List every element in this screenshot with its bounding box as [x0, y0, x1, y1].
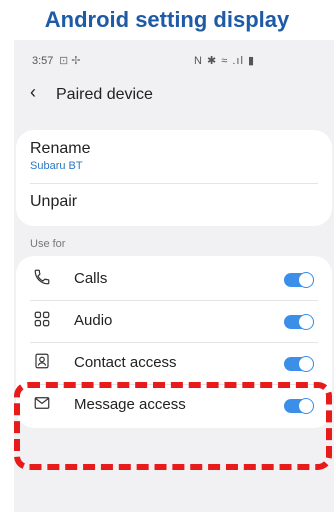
setting-row-contact-access[interactable]: Contact access — [16, 342, 332, 384]
device-name: Subaru BT — [30, 160, 83, 172]
setting-label-contact-access: Contact access — [74, 354, 177, 371]
message-icon — [32, 394, 52, 414]
divider — [30, 183, 318, 184]
contact-access-toggle[interactable] — [284, 356, 314, 372]
use-for-label: Use for — [30, 238, 66, 250]
setting-label-calls: Calls — [74, 270, 108, 287]
audio-icon — [32, 310, 52, 330]
audio-toggle[interactable] — [284, 314, 314, 330]
message-access-toggle[interactable] — [284, 398, 314, 414]
status-time: 3:57 — [32, 55, 54, 67]
header: ‹ Paired device — [14, 80, 334, 112]
status-left-icons: ⊡ ✢ — [59, 55, 81, 67]
setting-row-audio[interactable]: Audio — [16, 300, 332, 342]
use-for-card: Calls Audio Contact access Message acces… — [16, 256, 332, 428]
setting-label-audio: Audio — [74, 312, 113, 329]
phone-screen: 3:57 ⊡ ✢ N ✱ ≈ .ıl ▮ ‹ Paired device Ren… — [14, 40, 334, 512]
device-card: Rename Subaru BT Unpair — [16, 130, 332, 226]
rename-item[interactable]: Rename Subaru BT — [30, 140, 90, 172]
unpair-item[interactable]: Unpair — [30, 193, 77, 211]
setting-row-calls[interactable]: Calls — [16, 258, 332, 300]
back-arrow-icon[interactable]: ‹ — [30, 82, 36, 103]
setting-label-message-access: Message access — [74, 396, 186, 413]
rename-label: Rename — [30, 140, 91, 157]
phone-icon — [32, 268, 52, 288]
status-bar: 3:57 ⊡ ✢ N ✱ ≈ .ıl ▮ — [14, 40, 334, 67]
status-right-icons: N ✱ ≈ .ıl ▮ — [194, 55, 256, 67]
page-title: Paired device — [56, 86, 153, 103]
banner-title: Android setting display — [0, 0, 334, 40]
setting-row-message-access[interactable]: Message access — [16, 384, 332, 426]
calls-toggle[interactable] — [284, 272, 314, 288]
contact-icon — [32, 352, 52, 372]
